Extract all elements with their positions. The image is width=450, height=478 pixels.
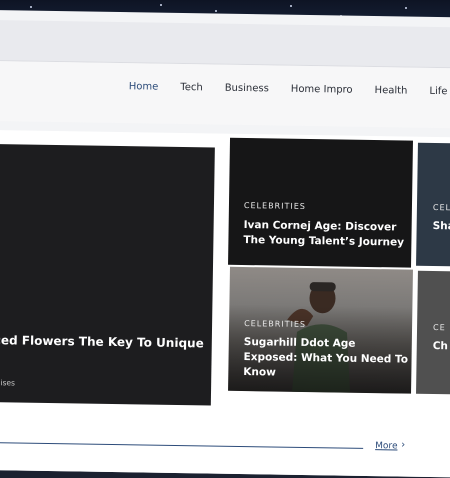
site-header: Home Tech Business Home Impro Health Lif… <box>0 60 450 129</box>
post-card-partial-top[interactable]: CEL Sha Ho <box>416 142 450 267</box>
section-divider <box>0 441 364 449</box>
featured-post-title[interactable]: ced Flowers The Key To Unique <box>0 333 214 351</box>
chevron-right-icon[interactable]: › <box>401 440 405 451</box>
post-card-ivan-cornej[interactable]: CELEBRITIES Ivan Cornej Age: Discover Th… <box>228 137 413 268</box>
featured-post-card[interactable]: ced Flowers The Key To Unique mises <box>0 143 215 406</box>
nav-item-tech[interactable]: Tech <box>180 82 203 93</box>
nav-item-home-improvement[interactable]: Home Impro <box>291 84 353 96</box>
nav-item-home[interactable]: Home <box>129 81 159 92</box>
post-category[interactable]: CELEBRITIES <box>244 319 306 329</box>
nav-item-health[interactable]: Health <box>375 85 408 97</box>
post-card-partial-bottom[interactable]: CE Ch Th <box>416 270 450 395</box>
post-category[interactable]: CE <box>433 323 446 332</box>
webpage: Home Tech Business Home Impro Health Lif… <box>0 10 450 478</box>
featured-post-meta: mises <box>0 378 16 388</box>
post-category[interactable]: CELEBRITIES <box>244 201 306 211</box>
post-card-sugarhill-ddot[interactable]: CELEBRITIES Sugarhill Ddot Age Exposed: … <box>228 266 413 394</box>
post-title[interactable]: Ivan Cornej Age: Discover The Young Tale… <box>243 218 408 251</box>
post-title[interactable]: Sha Ho <box>433 219 450 235</box>
nav-item-business[interactable]: Business <box>225 83 269 95</box>
post-title[interactable]: Ch Th <box>433 339 450 355</box>
post-category[interactable]: CEL <box>433 203 450 212</box>
featured-grid: ced Flowers The Key To Unique mises CELE… <box>0 129 450 478</box>
more-row: More › <box>0 430 450 478</box>
post-title[interactable]: Sugarhill Ddot Age Exposed: What You Nee… <box>243 335 409 383</box>
nav-item-lifestyle[interactable]: Life St <box>429 86 450 97</box>
main-nav: Home Tech Business Home Impro Health Lif… <box>129 81 450 98</box>
